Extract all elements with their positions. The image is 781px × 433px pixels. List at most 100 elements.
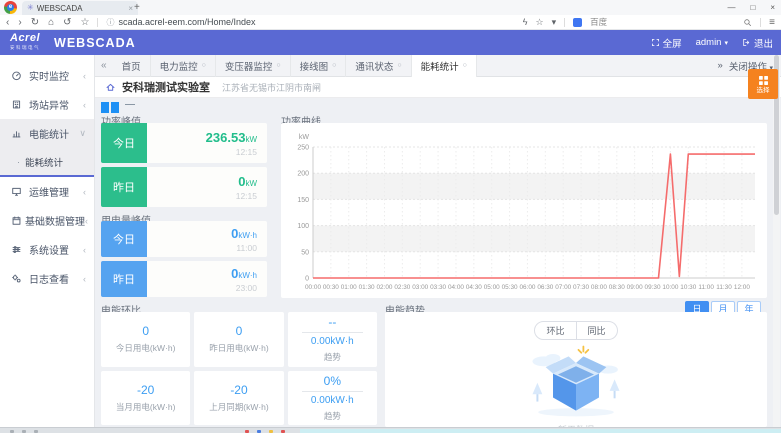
chevron-left-icon: ‹ (83, 71, 86, 81)
energy-ratio-cards: 0今日用电(kW·h)0昨日用电(kW·h)--0.00kW·h趋势-20当月用… (101, 312, 377, 425)
peak-card-body: 236.53kW12:15 (147, 123, 267, 163)
search-icon[interactable] (743, 18, 752, 27)
svg-text:03:30: 03:30 (430, 284, 446, 291)
maximize-icon[interactable]: □ (750, 0, 755, 15)
star-icon[interactable]: ☆ (81, 17, 90, 28)
peak-card-unit: kW (245, 135, 257, 144)
peak-card-unit: kW·h (238, 271, 257, 280)
peak-card-body: 0kW·h23:00 (147, 261, 267, 297)
sidebar-item-label: 电能统计 (29, 126, 79, 141)
sidebar-item-电能统计[interactable]: 电能统计∨ (0, 119, 94, 148)
nav-icons: ‹ › ↻ ⌂ ↺ ☆ (6, 17, 89, 28)
close-icon[interactable]: × (770, 0, 775, 15)
chevron-left-icon: ‹ (83, 187, 86, 197)
ratio-card-value: -20 (230, 383, 247, 397)
view-toggle-icon[interactable] (111, 102, 119, 113)
ratio-card: 0今日用电(kW·h) (101, 312, 190, 367)
page-tab-label: 能耗统计 (421, 59, 459, 73)
tab-close-circle-icon[interactable]: ○ (463, 62, 467, 69)
tab-close-circle-icon[interactable]: ○ (397, 62, 401, 69)
star-icon[interactable]: ☆ (536, 17, 544, 28)
menu-icon[interactable]: ≡ (769, 17, 775, 28)
divider (302, 332, 363, 333)
page-tab-通讯状态[interactable]: 通讯状态○ (346, 55, 411, 77)
compare-toggle-环比[interactable]: 环比 (534, 321, 576, 340)
compare-toggle-同比[interactable]: 同比 (577, 321, 618, 340)
back-icon[interactable]: ‹ (6, 17, 9, 28)
sidebar-item-label: 基础数据管理 (25, 213, 85, 228)
double-arrow-right-icon[interactable]: » (718, 60, 723, 71)
page-tab-label: 变压器监控 (225, 59, 273, 73)
tab-close-circle-icon[interactable]: ○ (276, 62, 280, 69)
svg-text:01:00: 01:00 (341, 284, 357, 291)
sidebar-menu: 实时监控‹场站异常‹电能统计∨·能耗统计运维管理‹基础数据管理‹系统设置‹日志查… (0, 55, 95, 427)
new-tab-button[interactable]: + (134, 1, 140, 14)
station-address: 江苏省无锡市江阴市南闸 (222, 81, 321, 94)
tab-close-circle-icon[interactable]: ○ (202, 62, 206, 69)
sidebar-item-基础数据管理[interactable]: 基础数据管理‹ (0, 206, 94, 235)
svg-text:09:00: 09:00 (627, 284, 643, 291)
svg-text:05:00: 05:00 (484, 284, 500, 291)
svg-text:kW: kW (299, 134, 310, 141)
ratio-card-value: 0 (142, 324, 149, 338)
tab-title: WEBSCADA (37, 4, 126, 13)
search-engine-icon[interactable] (573, 18, 582, 27)
sidebar-item-场站异常[interactable]: 场站异常‹ (0, 90, 94, 119)
station-selector-button[interactable]: 选择 (748, 69, 778, 99)
peak-card-tag: 今日 (101, 221, 147, 257)
page-tab-接线图[interactable]: 接线图○ (291, 55, 347, 77)
ratio-card-sub: 0.00kW·h (311, 395, 354, 406)
minimize-icon[interactable]: — (727, 0, 735, 15)
svg-text:04:30: 04:30 (466, 284, 482, 291)
page-tab-label: 电力监控 (160, 59, 198, 73)
peak-card-time: 11:00 (236, 243, 257, 253)
sidebar-subitem-能耗统计[interactable]: ·能耗统计 (0, 148, 94, 175)
taskbar-active-window[interactable] (300, 429, 781, 433)
sidebar-item-日志查看[interactable]: 日志查看‹ (0, 264, 94, 293)
sidebar-item-运维管理[interactable]: 运维管理‹ (0, 177, 94, 206)
sidebar-item-label: 场站异常 (29, 97, 83, 112)
search-engine-label[interactable]: 百度 (590, 16, 607, 28)
home-icon[interactable]: ⌂ (48, 17, 54, 28)
svg-text:08:00: 08:00 (591, 284, 607, 291)
page-tab-电力监控[interactable]: 电力监控 ○ (151, 55, 216, 77)
svg-text:06:00: 06:00 (519, 284, 535, 291)
sidebar-item-实时监控[interactable]: 实时监控‹ (0, 61, 94, 90)
peak-card-body: 0kW·h 11:00 (147, 221, 267, 257)
main-content: « 首页电力监控○变压器监控○接线图○通讯状态○能耗统计○ » 关闭操作 ▾ 安… (95, 55, 781, 427)
logout-button[interactable]: 退出 (742, 36, 773, 50)
page-tab-首页[interactable]: 首页 (113, 55, 151, 77)
fullscreen-button[interactable]: 全屏 (651, 36, 682, 50)
house-icon (105, 82, 116, 93)
sidebar-item-系统设置[interactable]: 系统设置‹ (0, 235, 94, 264)
ratio-card-label: 当月用电(kW·h) (116, 401, 176, 413)
tab-close-circle-icon[interactable]: ○ (332, 62, 336, 69)
search-icon[interactable] (743, 18, 752, 27)
svg-text:08:30: 08:30 (609, 284, 625, 291)
peak-card-昨日: 昨日0kW12:15 (101, 167, 267, 207)
user-menu[interactable]: admin ▾ (696, 37, 728, 48)
grid-icon (757, 74, 770, 87)
view-toggle-icon[interactable] (101, 102, 109, 113)
browser-tab[interactable]: ✳ WEBSCADA × (22, 1, 138, 15)
svg-text:50: 50 (301, 249, 309, 256)
chevron-down-icon[interactable]: ▾ (552, 17, 557, 28)
refresh-icon[interactable]: ↻ (31, 17, 39, 28)
history-icon[interactable]: ↺ (63, 17, 71, 28)
lightning-icon[interactable]: ϟ (523, 17, 528, 28)
forward-icon[interactable]: › (18, 17, 21, 28)
page-tab-能耗统计[interactable]: 能耗统计 ○ (412, 55, 477, 77)
windows-taskbar[interactable] (0, 427, 781, 433)
double-arrow-left-icon[interactable]: « (95, 60, 113, 71)
webscada-app-window: ✳ WEBSCADA × + — □ × ‹ › ↻ ⌂ ↺ ☆ ⓘ scada.acrel-… (0, 0, 781, 433)
trend-compare-toggles: 环比同比 (534, 321, 617, 340)
energy-chart-icon (11, 128, 22, 139)
ratio-card: 0%0.00kW·h趋势 (288, 371, 377, 426)
tab-close-icon[interactable]: × (128, 4, 133, 13)
page-tab-变压器监控[interactable]: 变压器监控○ (216, 55, 291, 77)
svg-text:10:00: 10:00 (662, 284, 678, 291)
station-bar: 安科瑞测试实验室 江苏省无锡市江阴市南闸 (95, 77, 781, 98)
address-bar[interactable]: ⓘ scada.acrel-eem.com/Home/Index (106, 17, 255, 28)
tree-collapse-icon[interactable]: — (125, 99, 135, 110)
peak-card-value: 0kW·h (231, 226, 257, 241)
